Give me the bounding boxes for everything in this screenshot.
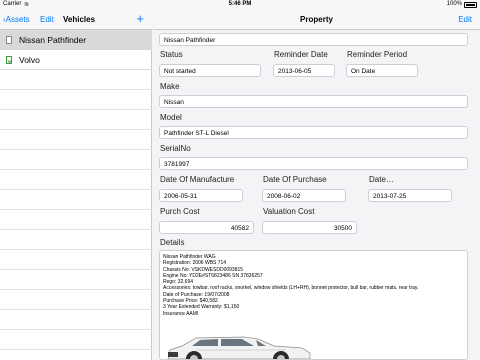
model-label: Model: [160, 113, 182, 122]
battery-icon: [464, 2, 477, 8]
reminder-date-label: Reminder Date: [274, 50, 328, 59]
vehicle-label: Volvo: [19, 55, 40, 65]
purch-cost-label: Purch Cost: [160, 207, 200, 216]
empty-row: [0, 130, 152, 150]
details-label: Details: [160, 238, 185, 247]
empty-row: [0, 170, 152, 190]
empty-row: [0, 110, 152, 130]
reminder-date-field[interactable]: 2013-06-05: [273, 64, 335, 77]
empty-row: [0, 290, 152, 310]
name-field[interactable]: Nissan Pathfinder: [159, 33, 468, 46]
details-text: Nissan Pathfinder WAG Registration: 2006…: [163, 254, 419, 317]
reminder-period-label: Reminder Period: [347, 50, 408, 59]
empty-row: [0, 70, 152, 90]
purch-cost-field[interactable]: 40582: [159, 221, 254, 234]
list-item[interactable]: Nissan Pathfinder: [0, 30, 152, 50]
property-edit-button[interactable]: Edit: [458, 15, 472, 24]
serial-field[interactable]: 3781997: [159, 157, 468, 170]
serial-label: SerialNo: [160, 144, 191, 153]
property-nav-bar: Property Edit: [153, 10, 480, 30]
empty-row: [0, 210, 152, 230]
vehicles-title: Vehicles: [63, 15, 96, 24]
details-field[interactable]: Nissan Pathfinder WAG Registration: 2006…: [159, 250, 468, 360]
reminder-period-field[interactable]: On Date: [346, 64, 418, 77]
date-field[interactable]: 2013-07-25: [368, 189, 452, 202]
status-field[interactable]: Not started: [159, 64, 261, 77]
date-label: Date…: [369, 175, 394, 184]
back-button-label: Assets: [5, 15, 30, 24]
empty-row: [0, 190, 152, 210]
empty-row: [0, 230, 152, 250]
make-field[interactable]: Nissan: [159, 95, 468, 108]
document-icon: [6, 36, 12, 44]
make-label: Make: [160, 82, 180, 91]
manufacture-date-label: Date Of Manufacture: [160, 175, 235, 184]
battery-percent: 100%: [446, 1, 462, 7]
model-field[interactable]: Pathfinder ST-L Diesel: [159, 126, 468, 139]
vehicles-nav-bar: ‹Assets Edit Vehicles +: [0, 10, 152, 30]
vehicle-label: Nissan Pathfinder: [19, 35, 87, 45]
clock: 5:46 PM: [228, 1, 252, 7]
empty-row: [0, 150, 152, 170]
purchase-date-field[interactable]: 2008-06-02: [262, 189, 346, 202]
page-title: Property: [300, 15, 333, 24]
status-bar: Carrier ≋ 5:46 PM 100%: [0, 0, 480, 10]
purchase-date-label: Date Of Purchase: [263, 175, 327, 184]
empty-row: [0, 250, 152, 270]
empty-row: [0, 90, 152, 110]
manufacture-date-field[interactable]: 2006-05-31: [159, 189, 243, 202]
status-label: Status: [160, 50, 183, 59]
valuation-cost-label: Valuation Cost: [263, 207, 315, 216]
empty-row: [0, 330, 152, 350]
back-button[interactable]: ‹Assets: [3, 15, 30, 24]
empty-row: [0, 310, 152, 330]
add-vehicle-button[interactable]: +: [136, 12, 144, 25]
document-check-icon: [6, 56, 12, 64]
valuation-cost-field[interactable]: 30500: [262, 221, 357, 234]
vehicles-edit-button[interactable]: Edit: [40, 15, 54, 24]
vehicles-pane: ‹Assets Edit Vehicles + Nissan Pathfinde…: [0, 10, 152, 360]
list-item[interactable]: Volvo: [0, 50, 152, 70]
empty-row: [0, 270, 152, 290]
vehicle-photo: [167, 336, 311, 359]
